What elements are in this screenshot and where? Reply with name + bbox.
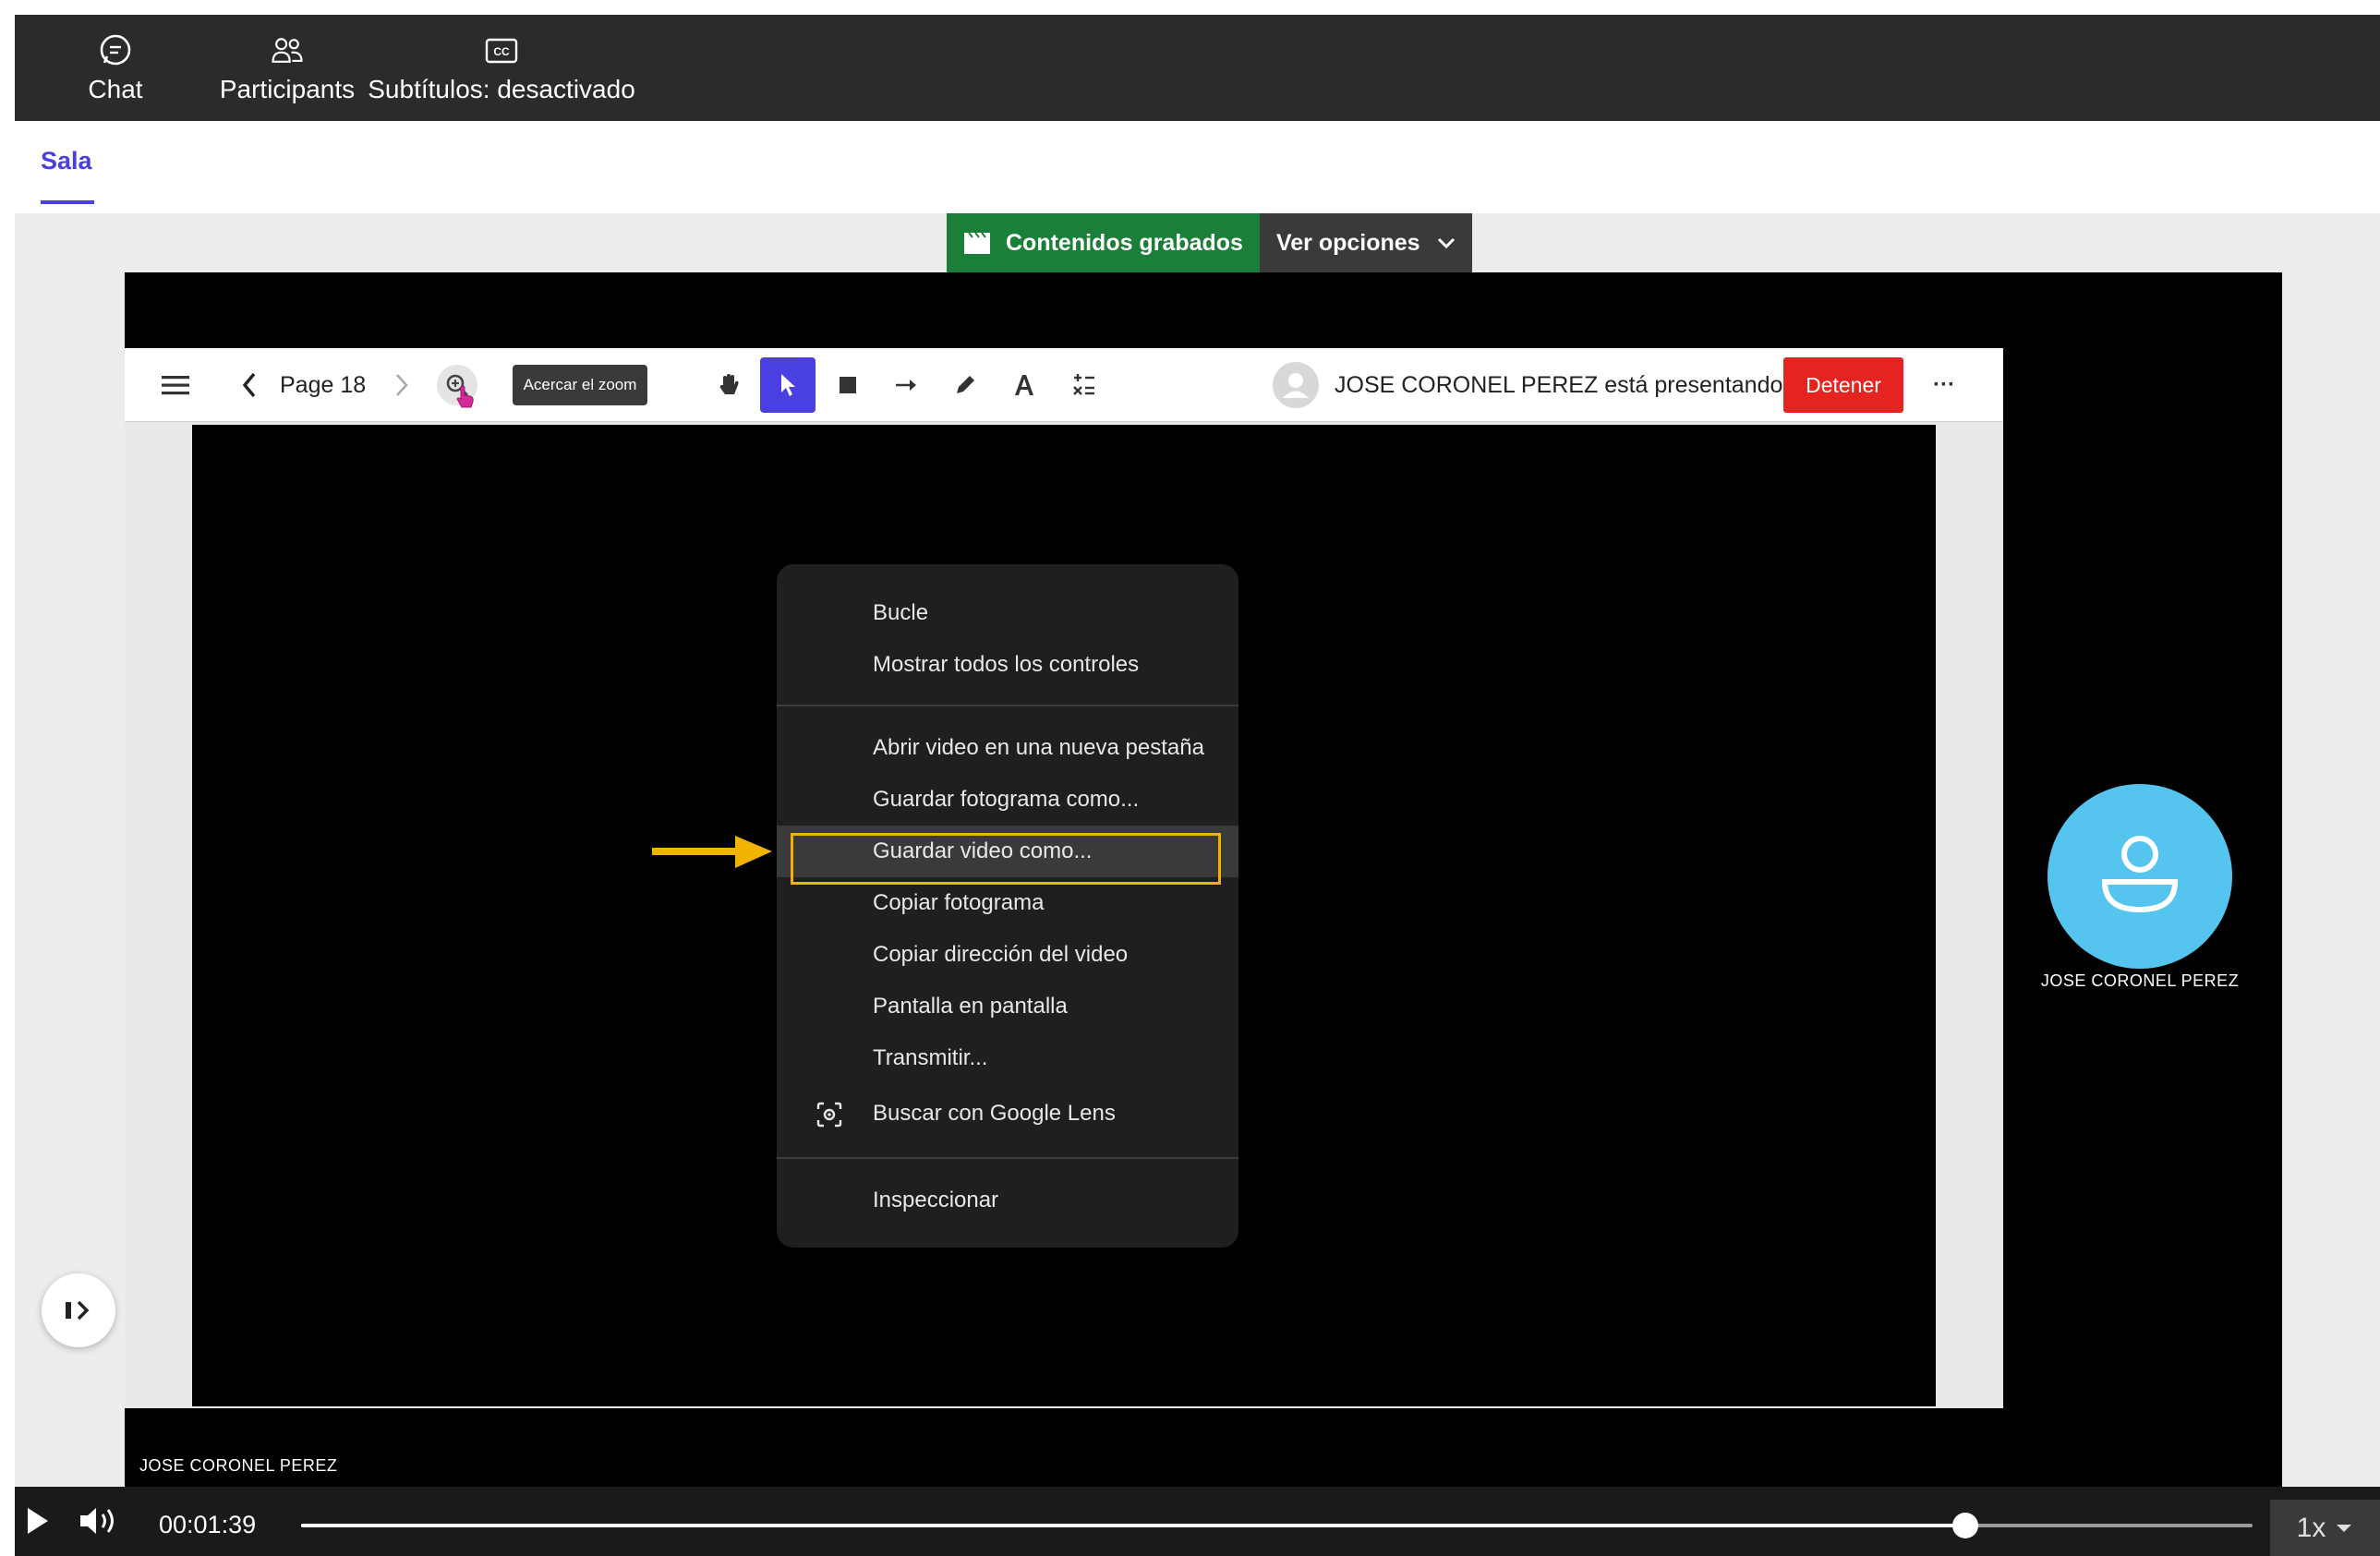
zoom-in-icon[interactable] bbox=[437, 348, 477, 422]
pencil-tool-icon[interactable] bbox=[945, 348, 985, 422]
menu-item-save-frame[interactable]: Guardar fotograma como... bbox=[777, 774, 1238, 826]
stop-presenting-button[interactable]: Detener bbox=[1783, 357, 1903, 413]
rectangle-tool-icon[interactable] bbox=[828, 348, 868, 422]
menu-item-google-lens[interactable]: Buscar con Google Lens bbox=[777, 1088, 1238, 1140]
playback-bar bbox=[15, 1487, 2380, 1556]
playback-speed-label: 1x bbox=[2296, 1512, 2326, 1543]
context-menu: Bucle Mostrar todos los controles Abrir … bbox=[777, 564, 1238, 1248]
math-tool-icon[interactable] bbox=[1063, 348, 1104, 422]
chat-icon bbox=[97, 32, 134, 69]
tab-sala[interactable]: Sala bbox=[41, 147, 92, 175]
closed-captions-icon: CC bbox=[483, 32, 520, 69]
playback-speed-dropdown[interactable]: 1x bbox=[2270, 1500, 2380, 1556]
zoom-tooltip-text: Acercar el zoom bbox=[512, 365, 648, 405]
arrow-tool-icon[interactable] bbox=[886, 348, 926, 422]
menu-item-picture-in-picture[interactable]: Pantalla en pantalla bbox=[777, 981, 1238, 1032]
recorded-content-label: Contenidos grabados bbox=[1006, 229, 1243, 256]
menu-separator bbox=[777, 1157, 1238, 1159]
progress-fill bbox=[301, 1524, 1966, 1527]
menu-separator bbox=[777, 705, 1238, 706]
skip-forward-button[interactable] bbox=[42, 1273, 115, 1347]
play-icon[interactable] bbox=[24, 1505, 52, 1537]
menu-item-loop[interactable]: Bucle bbox=[777, 587, 1238, 639]
text-tool-icon[interactable] bbox=[1004, 348, 1045, 422]
app-root: Chat Participants CC Subtítulos: desacti… bbox=[0, 0, 2380, 1556]
progress-track[interactable] bbox=[301, 1513, 2253, 1538]
menu-item-google-lens-label: Buscar con Google Lens bbox=[873, 1101, 1116, 1126]
presenter-toolbar: Page 18 Acercar el zoom JOSE CORONEL PER… bbox=[125, 348, 2003, 422]
participant-avatar bbox=[2048, 784, 2232, 969]
presenter-status-text: JOSE CORONEL PEREZ está presentando bbox=[1335, 371, 1783, 398]
clapperboard-icon bbox=[963, 231, 991, 255]
volume-icon[interactable] bbox=[78, 1505, 118, 1537]
subtitles-label: Subtítulos: desactivado bbox=[368, 74, 635, 103]
page-indicator: Page 18 bbox=[280, 371, 367, 398]
pointer-arrow-annotation bbox=[652, 836, 772, 868]
skip-icon bbox=[66, 1300, 90, 1321]
participants-label: Participants bbox=[219, 74, 356, 103]
menu-item-show-controls[interactable]: Mostrar todos los controles bbox=[777, 639, 1238, 691]
hand-cursor-icon bbox=[456, 385, 474, 408]
chat-label: Chat bbox=[88, 74, 143, 103]
participants-button[interactable]: Participants bbox=[199, 15, 375, 121]
menu-item-inspect[interactable]: Inspeccionar bbox=[777, 1175, 1238, 1226]
playback-time: 00:01:39 bbox=[159, 1511, 257, 1538]
chat-button[interactable]: Chat bbox=[65, 15, 166, 121]
caret-down-icon bbox=[2337, 1524, 2352, 1532]
pan-hand-icon[interactable] bbox=[708, 348, 749, 422]
chevron-down-icon bbox=[1437, 236, 1456, 249]
view-options-dropdown[interactable]: Ver opciones bbox=[1259, 213, 1472, 272]
more-options-icon[interactable]: ··· bbox=[1921, 348, 1967, 422]
tab-row: Sala bbox=[15, 121, 2380, 213]
menu-item-open-new-tab[interactable]: Abrir video en una nueva pestaña bbox=[777, 722, 1238, 774]
top-toolbar: Chat Participants CC Subtítulos: desacti… bbox=[15, 15, 2380, 121]
next-page-icon[interactable] bbox=[388, 348, 416, 422]
hamburger-menu-icon[interactable] bbox=[152, 348, 199, 422]
active-tab-indicator bbox=[41, 200, 94, 204]
recorded-content-badge: Contenidos grabados bbox=[947, 213, 1260, 272]
participant-name: JOSE CORONEL PEREZ bbox=[2040, 971, 2240, 990]
menu-item-cast[interactable]: Transmitir... bbox=[777, 1032, 1238, 1084]
google-lens-icon bbox=[815, 1101, 843, 1128]
previous-page-icon[interactable] bbox=[231, 348, 268, 422]
select-tool-button[interactable] bbox=[760, 357, 815, 413]
user-icon bbox=[2101, 836, 2179, 913]
svg-text:CC: CC bbox=[493, 45, 510, 58]
video-caption-name: JOSE CORONEL PEREZ bbox=[139, 1456, 338, 1475]
participants-icon bbox=[269, 32, 306, 69]
recording-banner: Contenidos grabados Ver opciones bbox=[947, 213, 1472, 272]
menu-item-save-video[interactable]: Guardar video como... bbox=[777, 826, 1238, 877]
cursor-arrow-icon bbox=[781, 374, 795, 396]
subtitles-button[interactable]: CC Subtítulos: desactivado bbox=[368, 15, 635, 121]
view-options-label: Ver opciones bbox=[1275, 229, 1420, 256]
presenter-avatar-icon bbox=[1272, 348, 1320, 422]
zoom-tooltip: Acercar el zoom bbox=[511, 348, 649, 422]
menu-item-copy-frame[interactable]: Copiar fotograma bbox=[777, 877, 1238, 929]
menu-item-copy-video-address[interactable]: Copiar dirección del video bbox=[777, 929, 1238, 981]
